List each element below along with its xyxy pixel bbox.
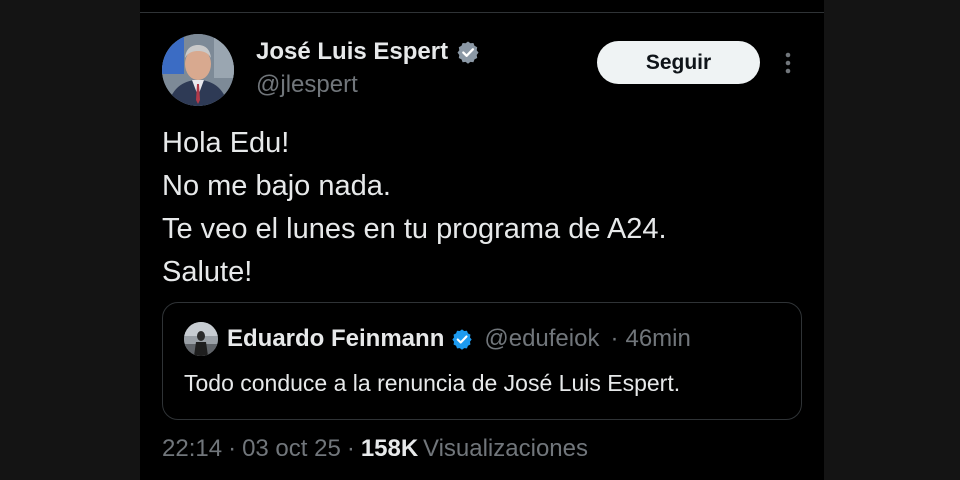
tweet-line: Hola Edu! [162,127,290,159]
quoted-separator: · [610,325,619,352]
verified-badge-icon [456,40,480,64]
author-name-row: José Luis Espert [256,38,480,66]
left-margin [0,0,140,480]
author-avatar[interactable] [162,34,234,106]
tweet-footer: 22:14 · 03 oct 25 · 158K Visualizaciones [162,435,588,463]
tweet-line: Te veo el lunes en tu programa de A24. [162,213,667,245]
quoted-handle[interactable]: @edufeiok [484,325,599,353]
tweet-text: Hola Edu! No me bajo nada. Te veo el lun… [162,122,802,294]
quoted-author-name[interactable]: Eduardo Feinmann [227,325,444,353]
tweet-line: No me bajo nada. [162,170,391,202]
quoted-header: Eduardo Feinmann @edufeiok · 46min [227,325,691,353]
tweet-panel: José Luis Espert @jlespert Seguir Hola E… [140,0,824,480]
more-vertical-icon[interactable] [780,50,796,76]
author-name[interactable]: José Luis Espert [256,38,448,66]
tweet-time[interactable]: 22:14 [162,435,222,462]
footer-separator: · [346,435,355,462]
views-label: Visualizaciones [423,435,588,462]
tweet-line: Salute! [162,256,253,288]
right-margin [824,0,960,480]
quoted-tweet[interactable]: Eduardo Feinmann @edufeiok · 46min Todo … [162,302,802,420]
tweet-date[interactable]: 03 oct 25 [242,435,341,462]
top-divider [140,12,824,13]
author-avatar-image [162,34,234,106]
quoted-text: Todo conduce a la renuncia de José Luis … [184,370,681,396]
views-count: 158K [360,435,419,462]
author-handle[interactable]: @jlespert [256,71,358,99]
quoted-avatar-image [184,322,218,356]
quoted-time[interactable]: 46min [625,325,690,353]
follow-button[interactable]: Seguir [597,41,760,84]
footer-separator: · [228,435,237,462]
verified-badge-icon [451,328,473,350]
quoted-author-avatar[interactable] [184,322,218,356]
